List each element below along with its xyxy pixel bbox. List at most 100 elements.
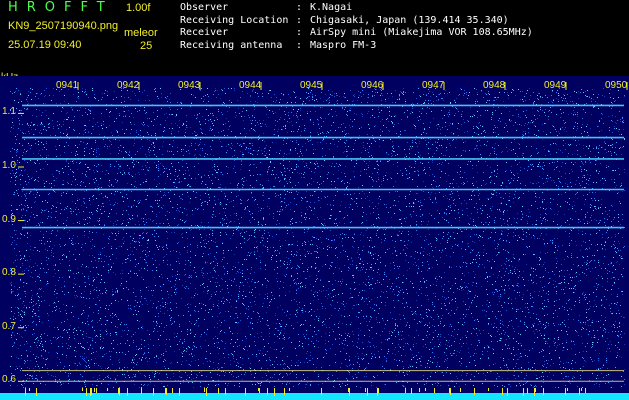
noise-floor-spike (502, 388, 503, 395)
noise-floor-spike (258, 388, 259, 391)
noise-floor-spike (206, 388, 207, 396)
info-key: Receiver (180, 27, 229, 38)
noise-floor-spike (567, 388, 568, 391)
noise-floor-spike (365, 388, 366, 392)
noise-floor-spike (165, 388, 166, 394)
frequency-tick-label: 1.0 (2, 160, 16, 171)
unit-label: meleor (124, 27, 158, 39)
noise-floor-spike (245, 388, 246, 396)
info-row-receiver: Receiver: AirSpy mini (Miakejima VOR 108.… (180, 27, 533, 40)
noise-floor-spike (118, 388, 119, 394)
noise-floor-spike (474, 388, 475, 395)
datetime-label: 25.07.19 09:40 (8, 39, 82, 51)
noise-floor-spike (321, 388, 322, 395)
noise-floor-spike (96, 388, 97, 393)
time-tick-label: 0947 (422, 80, 445, 91)
time-tick-label: 0944 (239, 80, 262, 91)
noise-floor-spike (579, 388, 580, 395)
spectrogram-waterfall (0, 76, 629, 400)
version-label: 1.00f (126, 2, 151, 14)
noise-floor-spike (565, 388, 566, 395)
noise-floor-spike (172, 388, 173, 393)
info-value: Chigasaki, Japan (139.414 35.340) (310, 14, 509, 26)
noise-floor-spike (348, 388, 349, 392)
info-key: Observer (180, 2, 229, 13)
noise-floor-spike (225, 388, 226, 395)
time-tick-label: 0942 (117, 80, 140, 91)
noise-floor-spike (86, 388, 87, 396)
noise-floor-spike (119, 388, 120, 396)
noise-floor-spike (449, 388, 450, 393)
noise-floor-spike (284, 388, 285, 395)
station-info: Observer: K.Nagai Receiving Location: Chig… (180, 2, 533, 52)
info-separator: : (296, 2, 303, 13)
info-row-observer: Observer: K.Nagai (180, 2, 533, 15)
noise-floor-spike (450, 388, 451, 395)
noise-floor-spike (218, 388, 219, 394)
info-separator: : (296, 27, 303, 38)
filename-label: KN9_2507190940.png (8, 20, 119, 32)
frequency-tick-label: 0.8 (2, 267, 16, 279)
noise-floor-spike (523, 388, 524, 396)
noise-floor-spike (36, 388, 37, 396)
noise-floor-spike (94, 388, 95, 392)
time-tick-label: 0945 (300, 80, 323, 91)
time-tick-label: 0943 (178, 80, 201, 91)
frequency-tick-label: 0.9 (2, 213, 16, 225)
info-value: Maspro FM-3 (310, 39, 377, 51)
unit-value: 25 (140, 40, 153, 52)
noise-floor-spike (405, 388, 406, 393)
noise-floor-spike (581, 388, 582, 391)
header-panel: HROFFT 1.00f KN9_2507190940.png 25.07.19… (0, 0, 629, 74)
info-row-location: Receiving Location: Chigasaki, Japan (139… (180, 15, 533, 28)
noise-floor-spike (179, 388, 180, 396)
noise-floor-spike (527, 388, 528, 394)
info-key: Receiving Location (180, 14, 289, 26)
app-title: HROFFT (8, 0, 114, 15)
time-tick-label: 0949 (544, 80, 567, 91)
noise-floor-spike (141, 388, 142, 394)
noise-floor-spike (585, 388, 586, 393)
noise-floor-spike (378, 388, 379, 393)
frequency-tick-label: 0.6 (2, 374, 16, 386)
frequency-tick-label: 0.7 (2, 320, 16, 332)
noise-floor-spike (166, 388, 167, 395)
noise-floor-spike (82, 388, 83, 391)
noise-floor-spike (289, 388, 290, 391)
noise-floor-spike (507, 388, 508, 396)
noise-floor-spike (460, 388, 461, 392)
noise-floor-spike (377, 388, 378, 396)
info-row-antenna: Receiving antenna: Maspro FM-3 (180, 40, 533, 53)
noise-floor-spike (488, 388, 489, 391)
time-tick-label: 0948 (483, 80, 506, 91)
noise-floor-spike (434, 388, 435, 393)
noise-floor-spike (274, 388, 275, 396)
frequency-tick-label: 1.1 (2, 106, 16, 118)
noise-floor-spike (90, 388, 91, 396)
time-tick-label: 0950 (605, 80, 628, 91)
noise-floor-spike (91, 388, 92, 395)
noise-floor-spike (259, 388, 260, 393)
noise-floor-spike (127, 388, 128, 396)
noise-floor-spike (107, 388, 108, 391)
info-value: AirSpy mini (Miakejima VOR 108.65MHz) (310, 27, 533, 38)
noise-floor-spike (534, 388, 535, 396)
noise-floor-spike (425, 388, 426, 391)
noise-floor-spike (535, 388, 536, 392)
info-value: K.Nagai (310, 2, 353, 13)
noise-floor-spike (367, 388, 368, 396)
noise-floor-spike (419, 388, 420, 392)
noise-floor-spike (543, 388, 544, 395)
time-tick-label: 0946 (361, 80, 384, 91)
noise-floor-spike (411, 388, 412, 394)
info-key: Receiving antenna (180, 39, 283, 51)
noise-floor-spike (349, 388, 350, 396)
noise-floor-spike (204, 388, 205, 392)
noise-floor-spike (153, 388, 154, 396)
time-tick-label: 0941 (56, 80, 79, 91)
noise-floor-spike (29, 388, 30, 391)
info-separator: : (296, 14, 303, 26)
noise-floor-spike (25, 388, 26, 396)
info-separator: : (296, 39, 303, 51)
noise-floor-spike (267, 388, 268, 395)
